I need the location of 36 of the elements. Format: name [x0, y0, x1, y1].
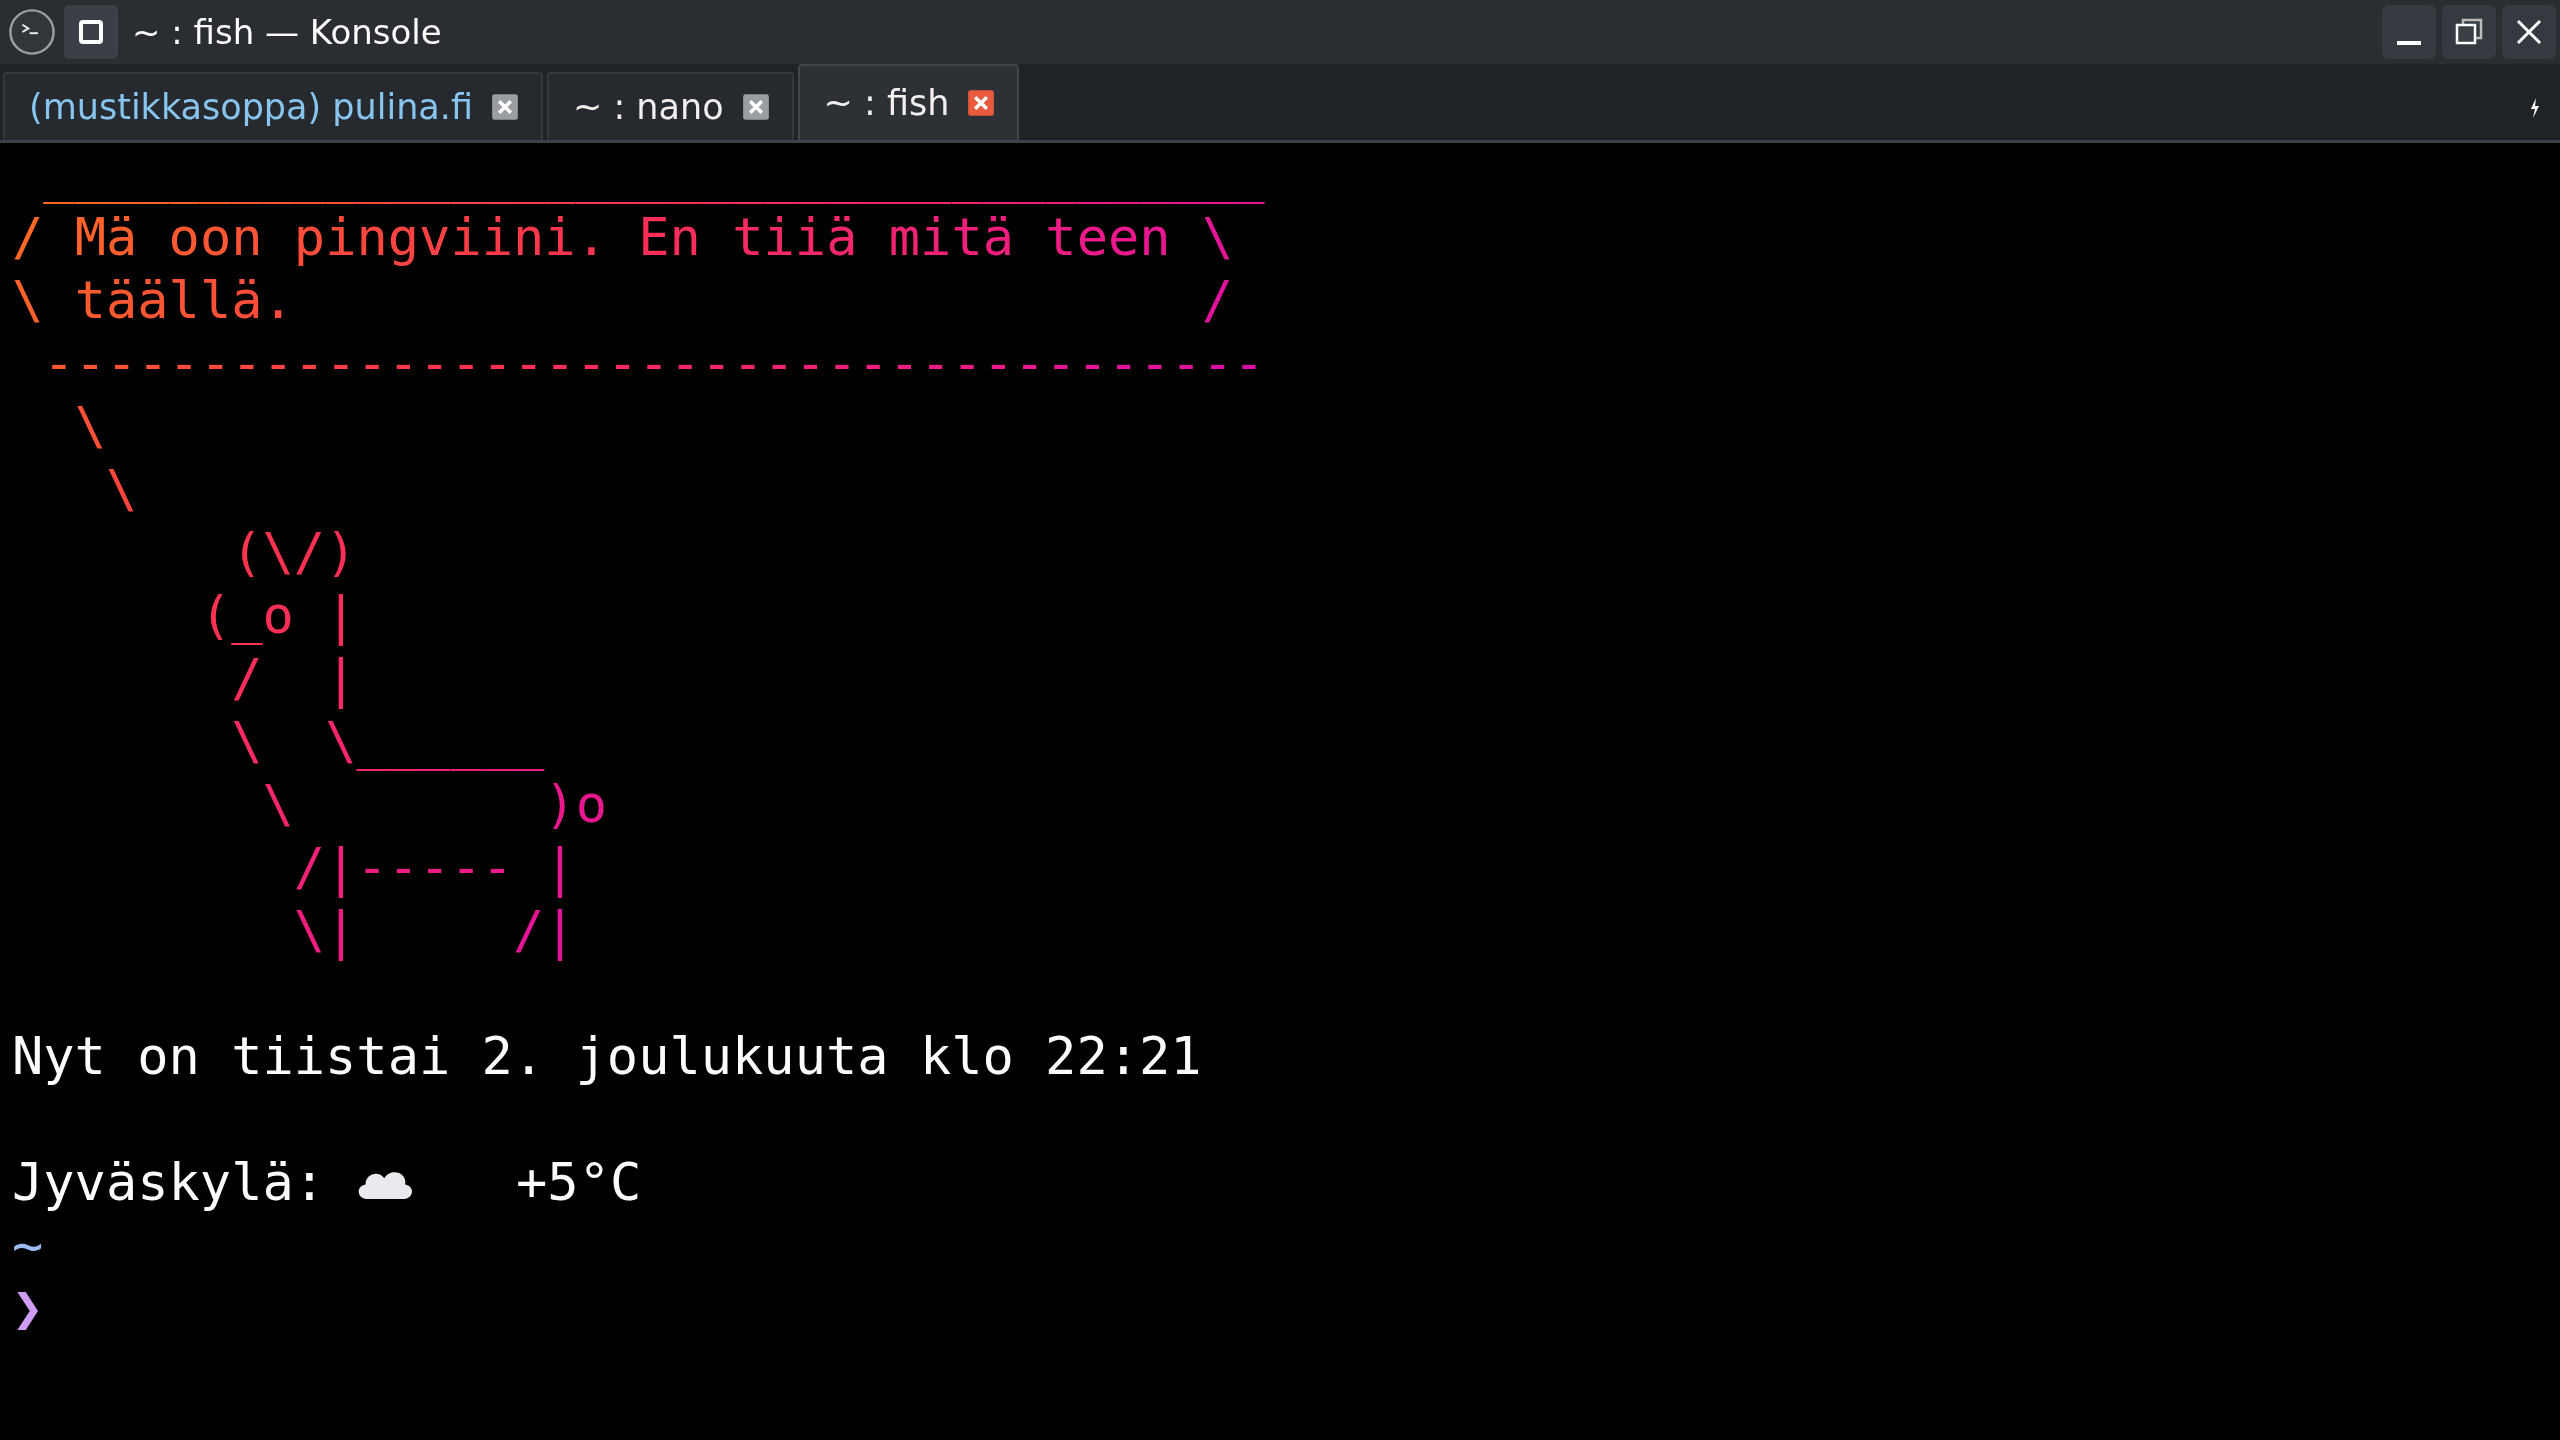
- current-directory: ~: [12, 1214, 44, 1277]
- terminal-app-icon[interactable]: [8, 8, 56, 56]
- close-button[interactable]: [2502, 5, 2556, 59]
- minimize-icon: [2397, 41, 2421, 45]
- ascii-art-line: \ )o: [261, 773, 608, 836]
- ascii-art-line: /: [1201, 269, 1233, 332]
- lightning-icon[interactable]: [2530, 98, 2540, 118]
- ascii-art-line: /|----- |: [292, 836, 577, 899]
- terminal-tab[interactable]: (mustikkasoppa) pulina.fi: [3, 72, 543, 140]
- ascii-art-line: \ täällä.: [12, 269, 294, 332]
- ascii-art-line: \| /|: [292, 899, 577, 962]
- output-text: Nyt on tiistai 2. joulukuuta klo 22:21: [12, 1025, 1202, 1088]
- terminal-tab[interactable]: ~ : nano: [546, 72, 794, 140]
- minimize-button[interactable]: [2382, 5, 2436, 59]
- temperature-text: +5°C: [516, 1151, 642, 1214]
- ascii-art-line: ---------------------------------------: [42, 332, 1266, 395]
- close-tab-icon[interactable]: [741, 93, 770, 121]
- weather-location: Jyväskylä:: [12, 1151, 326, 1214]
- keep-above-button[interactable]: [64, 5, 118, 59]
- ascii-art-line: \: [73, 395, 107, 458]
- terminal-tab[interactable]: ~ : fish: [797, 64, 1020, 140]
- restore-icon: [2454, 17, 2484, 47]
- ascii-art-line: (\/): [230, 521, 358, 584]
- close-icon: [2514, 17, 2544, 47]
- ascii-art-line: (_o |: [198, 584, 358, 647]
- prompt-symbol: ❯: [12, 1277, 44, 1340]
- close-tab-icon[interactable]: [967, 89, 996, 117]
- ascii-art-line: _______________________________________: [42, 143, 1266, 206]
- window-square-icon: [76, 17, 106, 47]
- ascii-art-line: \ \______: [230, 710, 546, 773]
- ascii-art-line: \: [104, 458, 139, 521]
- ascii-art-line: / Mä oon pingviini. En tiiä mitä teen \: [12, 206, 1235, 269]
- ascii-art-line: / |: [230, 647, 358, 710]
- restore-button[interactable]: [2442, 5, 2496, 59]
- close-tab-icon[interactable]: [490, 93, 519, 121]
- window-title: ~ : fish — Konsole: [132, 12, 442, 52]
